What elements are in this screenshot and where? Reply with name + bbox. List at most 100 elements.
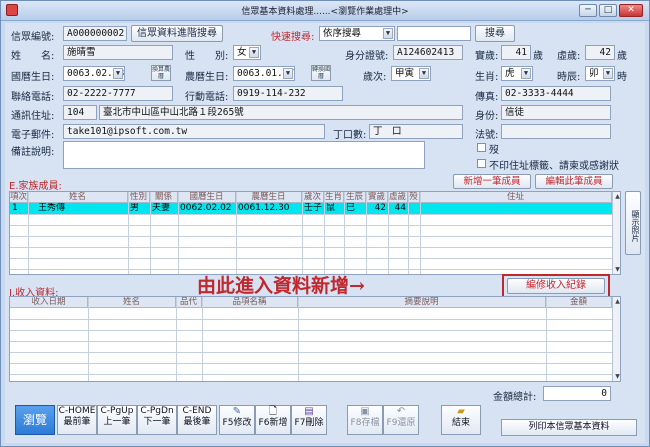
exit-button[interactable]: ▰ 結束	[441, 405, 481, 435]
maximize-button[interactable]: □	[599, 4, 617, 17]
family-row-selected[interactable]: 1 王秀傳 男 夫妻 0062.02.02 0061.12.30 壬子 鼠 巳 …	[10, 203, 612, 214]
edit-income-button[interactable]: 編修收入紀錄	[507, 278, 605, 294]
add-family-button[interactable]: 新增一筆成員	[453, 174, 531, 189]
next-key: C-PgDn	[140, 406, 174, 416]
family-scrollbar[interactable]: ▲ ▼	[612, 192, 620, 274]
dings-field[interactable]: 丁 口	[369, 124, 463, 139]
convert-solar-button[interactable]: 轉換國曆	[311, 65, 331, 81]
chevron-down-icon[interactable]: ▼	[419, 68, 429, 79]
ganzhi-select[interactable]: 甲寅 ▼	[391, 66, 431, 81]
identity-field[interactable]: 信徒	[501, 105, 611, 120]
grid-line	[88, 297, 89, 381]
fax-field[interactable]: 02-3333-4444	[501, 86, 611, 101]
window-title: 信眾基本資料處理......<瀏覽作業處理中>	[241, 7, 409, 17]
scroll-up-icon[interactable]: ▲	[613, 192, 620, 201]
delete-button[interactable]: ▤ F7刪除	[291, 405, 327, 435]
ganzhi-label: 歲次:	[363, 72, 387, 83]
restore-text: F9還原	[386, 418, 416, 428]
scroll-down-icon[interactable]: ▼	[613, 372, 620, 381]
family-col-rel: 關係	[150, 192, 178, 203]
family-grid[interactable]: 項次 姓名 性別 關係 國曆生日 農曆生日 歲次 生肖 生辰 實歲 虛歲 殁 住…	[9, 191, 621, 275]
close-button[interactable]: ✕	[619, 4, 643, 17]
family-cell: 王秀傳	[38, 203, 66, 213]
chevron-down-icon[interactable]: ▼	[113, 68, 123, 79]
email-field[interactable]: take101@ipsoft.com.tw	[63, 124, 325, 139]
death-checkbox[interactable]	[477, 143, 486, 152]
grid-line	[366, 192, 367, 274]
income-col-item: 品項名稱	[202, 297, 298, 308]
search-button[interactable]: 搜尋	[475, 25, 515, 42]
minimize-button[interactable]: ─	[579, 4, 597, 17]
scroll-up-icon[interactable]: ▲	[613, 297, 620, 306]
grid-line	[10, 319, 612, 320]
restore-button[interactable]: ↶ F9還原	[383, 405, 419, 435]
zodiac-select[interactable]: 虎 ▼	[501, 66, 533, 81]
id-field[interactable]: A124602413	[393, 45, 463, 60]
noprint-checkbox[interactable]	[477, 159, 486, 168]
hour-select[interactable]: 卯 ▼	[585, 66, 615, 81]
fax-label: 傳真:	[475, 92, 499, 103]
gender-select[interactable]: 女 ▼	[233, 45, 261, 60]
advanced-search-button[interactable]: 信眾資料進階搜尋	[131, 25, 223, 42]
chevron-down-icon[interactable]: ▼	[603, 68, 613, 79]
grid-line	[408, 192, 409, 274]
last-record-button[interactable]: C-END 最後筆	[177, 405, 217, 435]
member-no-field[interactable]: A000000002	[63, 26, 127, 41]
convert-lunar-button[interactable]: 換算農曆	[151, 65, 171, 81]
grid-line	[150, 192, 151, 274]
chevron-down-icon[interactable]: ▼	[283, 68, 293, 79]
first-record-button[interactable]: C-HOME 最前筆	[57, 405, 97, 435]
age-unit: 歲	[533, 51, 543, 62]
address-field[interactable]: 臺北市中山區中山北路１段265號	[99, 105, 463, 120]
phone-field[interactable]: 02-2222-7777	[63, 86, 173, 101]
income-scrollbar[interactable]: ▲ ▼	[612, 297, 620, 381]
quick-search-select[interactable]: 依序搜尋 ▼	[319, 26, 395, 41]
quick-search-input[interactable]	[397, 26, 471, 41]
add-button[interactable]: 🗋 F6新增	[255, 405, 291, 435]
birth-field[interactable]: 0063.02.08 ▼	[63, 66, 125, 81]
scroll-down-icon[interactable]: ▼	[613, 265, 620, 274]
chevron-down-icon[interactable]: ▼	[249, 47, 259, 58]
name-label: 姓 名:	[11, 51, 55, 62]
dharma-field[interactable]	[501, 124, 611, 139]
age-field: 41	[501, 45, 531, 60]
edit-icon: ✎	[232, 406, 242, 417]
main-window: 信眾基本資料處理......<瀏覽作業處理中> ─ □ ✕ 信眾編號: A000…	[0, 0, 650, 447]
death-label: 歿	[489, 145, 499, 156]
dharma-label: 法號:	[475, 130, 499, 141]
ganzhi-value: 甲寅	[395, 68, 415, 79]
print-button[interactable]: 列印本信眾基本資料	[501, 419, 637, 436]
prev-record-button[interactable]: C-PgUp 上一筆	[97, 405, 137, 435]
zip-field[interactable]: 104	[63, 105, 97, 120]
zodiac-label: 生肖:	[475, 72, 499, 83]
family-col-lunar: 農曆生日	[236, 192, 302, 203]
exit-icon: ▰	[457, 406, 465, 417]
next-record-button[interactable]: C-PgDn 下一筆	[137, 405, 177, 435]
note-label: 備註說明:	[11, 147, 55, 158]
family-col-zodiac: 生肖	[324, 192, 344, 203]
age-label: 實歲:	[475, 51, 499, 62]
family-col-dead: 殁	[408, 192, 420, 203]
income-grid[interactable]: 收入日期 姓名 品代 品項名稱 摘要說明 金額 ▲ ▼	[9, 296, 621, 382]
edit-text: F5修改	[222, 418, 252, 428]
browse-mode-button[interactable]: 瀏覽	[15, 405, 55, 435]
family-cell: 0062.02.02	[180, 203, 232, 213]
undo-icon: ↶	[396, 406, 406, 417]
save-icon: ▣	[360, 406, 370, 417]
name-field[interactable]: 施晴雪	[63, 45, 173, 60]
lunar-field[interactable]: 0063.01.17 ▼	[233, 66, 295, 81]
chevron-down-icon[interactable]: ▼	[383, 28, 393, 39]
chevron-down-icon[interactable]: ▼	[521, 68, 531, 79]
mobile-field[interactable]: 0919-114-232	[233, 86, 343, 101]
edit-family-button[interactable]: 編輯此筆成員	[535, 174, 613, 189]
edit-button[interactable]: ✎ F5修改	[219, 405, 255, 435]
save-button[interactable]: ▣ F8存檔	[347, 405, 383, 435]
grid-line	[10, 341, 612, 342]
income-annotation: 由此進入資料新增→	[197, 275, 365, 297]
show-photo-button[interactable]: 顯示照片	[625, 191, 641, 255]
family-col-gender: 性別	[128, 192, 150, 203]
note-field[interactable]	[63, 141, 425, 169]
first-text: 最前筆	[63, 417, 91, 427]
grid-line	[178, 192, 179, 274]
grid-line	[202, 297, 203, 381]
